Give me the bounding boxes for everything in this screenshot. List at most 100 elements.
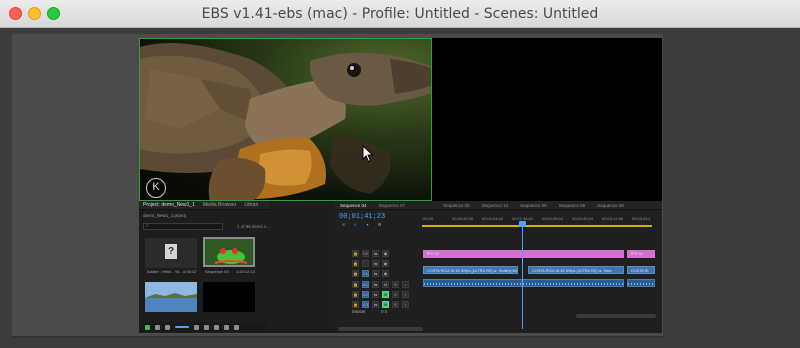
track-header-a2: 🔒 A2 ⇆ M S ♪ [334, 290, 422, 299]
snap-icon[interactable]: ⟲ [340, 222, 347, 229]
settings-icon[interactable]: ⚙ [376, 222, 383, 229]
timeline-timecode[interactable]: 00;01;41;23 [339, 213, 385, 221]
tab-sequence-09[interactable]: Sequence 09 [514, 201, 553, 209]
lock-icon[interactable] [145, 324, 150, 330]
video-clip[interactable]: COSTA RI [627, 266, 655, 274]
lock-icon[interactable]: 🔒 [352, 291, 359, 298]
tab-sequence-06[interactable]: Sequence 06 [437, 201, 476, 209]
project-item-black[interactable] [203, 282, 255, 312]
audio-waveform [628, 283, 654, 285]
audio-waveform [424, 283, 623, 285]
window-title: EBS v1.41-ebs (mac) - Profile: Untitled … [201, 6, 599, 22]
project-item-name: Adobe - Hello - Yo... [147, 269, 183, 274]
mic-icon[interactable]: ♪ [402, 281, 409, 288]
mic-icon[interactable]: ♪ [402, 301, 409, 308]
new-bin-icon[interactable] [224, 324, 229, 330]
track-header-v2: 🔒 V2 ⇆ ◉ [334, 249, 422, 258]
lock-icon[interactable]: 🔒 [352, 270, 359, 277]
project-item-lake[interactable] [145, 282, 197, 312]
tab-sequence-12[interactable]: Sequence 12 [476, 201, 515, 209]
master-label: Master [352, 309, 366, 314]
track-v2-label[interactable]: V2 [362, 250, 369, 257]
find-icon[interactable] [214, 324, 219, 330]
premiere-panel: Project: demo_New1_1 Media Browser Libra… [139, 201, 662, 333]
playhead-line[interactable] [522, 221, 523, 329]
timeline-panel: Sequence 04 Sequence 07 Sequence 06 Sequ… [334, 201, 662, 333]
icon-view-icon[interactable] [165, 324, 170, 330]
turtle-video-source[interactable]: K [139, 38, 432, 201]
lock-icon[interactable]: 🔒 [352, 260, 359, 267]
playhead-handle[interactable] [519, 221, 526, 227]
sync-lock-icon[interactable]: ⇆ [372, 270, 379, 277]
audio-clip[interactable] [423, 279, 624, 287]
work-area-bar[interactable] [422, 225, 652, 227]
tab-media-browser[interactable]: Media Browser [199, 201, 240, 209]
graphic-clip[interactable]: TPO 01 [423, 250, 624, 258]
track-a2-label[interactable]: A2 [362, 291, 369, 298]
sync-lock-icon[interactable]: ⇆ [372, 250, 379, 257]
frog-thumbnail [205, 239, 253, 265]
project-search-input[interactable]: ⌕ [143, 223, 223, 230]
tab-sequence-04[interactable]: Sequence 04 [334, 201, 373, 209]
lake-thumbnail [145, 282, 197, 312]
empty-source-pane[interactable] [432, 38, 662, 201]
video-clip[interactable]: COSTA RICA IN 4K 60fps (ULTRA HD) w- Hea… [423, 266, 518, 274]
tab-sequence-07[interactable]: Sequence 07 [373, 201, 412, 209]
eye-icon[interactable]: ◉ [382, 260, 389, 267]
lock-icon[interactable]: 🔒 [352, 301, 359, 308]
solo-icon[interactable]: S [392, 281, 399, 288]
linked-selection-icon[interactable]: ⊂ [352, 222, 359, 229]
timeline-zoom-scrollbar[interactable] [576, 314, 656, 318]
graphic-clip[interactable]: TPO 01 [627, 250, 655, 258]
master-volume[interactable]: 0.0 [381, 309, 387, 314]
video-clip[interactable]: COSTA RICA IN 4K 60fps (ULTRA HD) w- Ham [528, 266, 624, 274]
solo-icon[interactable]: S [392, 301, 399, 308]
mute-icon[interactable]: M [382, 291, 389, 298]
mute-icon[interactable]: M [382, 281, 389, 288]
project-item-name: Sequence 04 [205, 269, 229, 274]
eye-icon[interactable]: ◉ [382, 270, 389, 277]
tab-project[interactable]: Project: demo_New1_1 [139, 201, 199, 209]
audio-clip[interactable] [627, 279, 655, 287]
ruler-label: :00;00 [422, 216, 434, 221]
project-file-name: demo_New1_1.prproj [143, 213, 187, 218]
mute-icon[interactable]: M [382, 301, 389, 308]
solo-icon[interactable]: S [392, 291, 399, 298]
track-header-v1-upper: 🔒 ⇆ ◉ [334, 259, 422, 268]
project-item-adobe[interactable]: ? [145, 238, 197, 268]
project-tabs: Project: demo_New1_1 Media Browser Libra… [139, 201, 269, 210]
ruler-label: 00;03;12;06 [602, 216, 624, 221]
eye-icon[interactable]: ◉ [382, 250, 389, 257]
project-item-duration: 1:24:12:14 [236, 269, 255, 274]
title-bar: EBS v1.41-ebs (mac) - Profile: Untitled … [0, 0, 800, 28]
lock-icon[interactable]: 🔒 [352, 250, 359, 257]
track-label[interactable] [362, 260, 369, 267]
new-item-icon[interactable] [234, 324, 239, 330]
track-a3-label[interactable]: A3 [362, 301, 369, 308]
automate-icon[interactable] [204, 324, 209, 330]
timeline-horizontal-scrollbar[interactable] [338, 327, 423, 331]
list-view-icon[interactable] [155, 324, 160, 330]
tab-sequence-05[interactable]: Sequence 05 [553, 201, 592, 209]
turtle-image [140, 43, 431, 200]
tab-libraries[interactable]: Librari [240, 201, 262, 209]
add-marker-icon[interactable]: ▾ [364, 222, 371, 229]
track-header-v1: 🔒 V1 ⇆ ◉ [334, 269, 422, 278]
lock-icon[interactable]: 🔒 [352, 281, 359, 288]
mic-icon[interactable]: ♪ [402, 291, 409, 298]
ruler-label: 00;01;36;02 [512, 216, 534, 221]
sort-icon[interactable] [194, 324, 199, 330]
ruler-label: 00;01;04;02 [482, 216, 504, 221]
sync-lock-icon[interactable]: ⇆ [372, 301, 379, 308]
track-a1-label[interactable]: A1 [362, 281, 369, 288]
timeline-tools: ⟲ ⊂ ▾ ⚙ [340, 222, 383, 229]
project-item-sequence-04[interactable] [203, 237, 255, 267]
timeline-ruler[interactable]: :00;00 00;00;32;00 00;01;04;02 00;01;36;… [422, 216, 662, 225]
sync-lock-icon[interactable]: ⇆ [372, 281, 379, 288]
track-v1-label[interactable]: V1 [362, 270, 369, 277]
ruler-label: 00;02;08;04 [542, 216, 564, 221]
sync-lock-icon[interactable]: ⇆ [372, 260, 379, 267]
sync-lock-icon[interactable]: ⇆ [372, 291, 379, 298]
tab-sequence-08[interactable]: Sequence 08 [591, 201, 630, 209]
zoom-slider[interactable] [175, 326, 189, 328]
